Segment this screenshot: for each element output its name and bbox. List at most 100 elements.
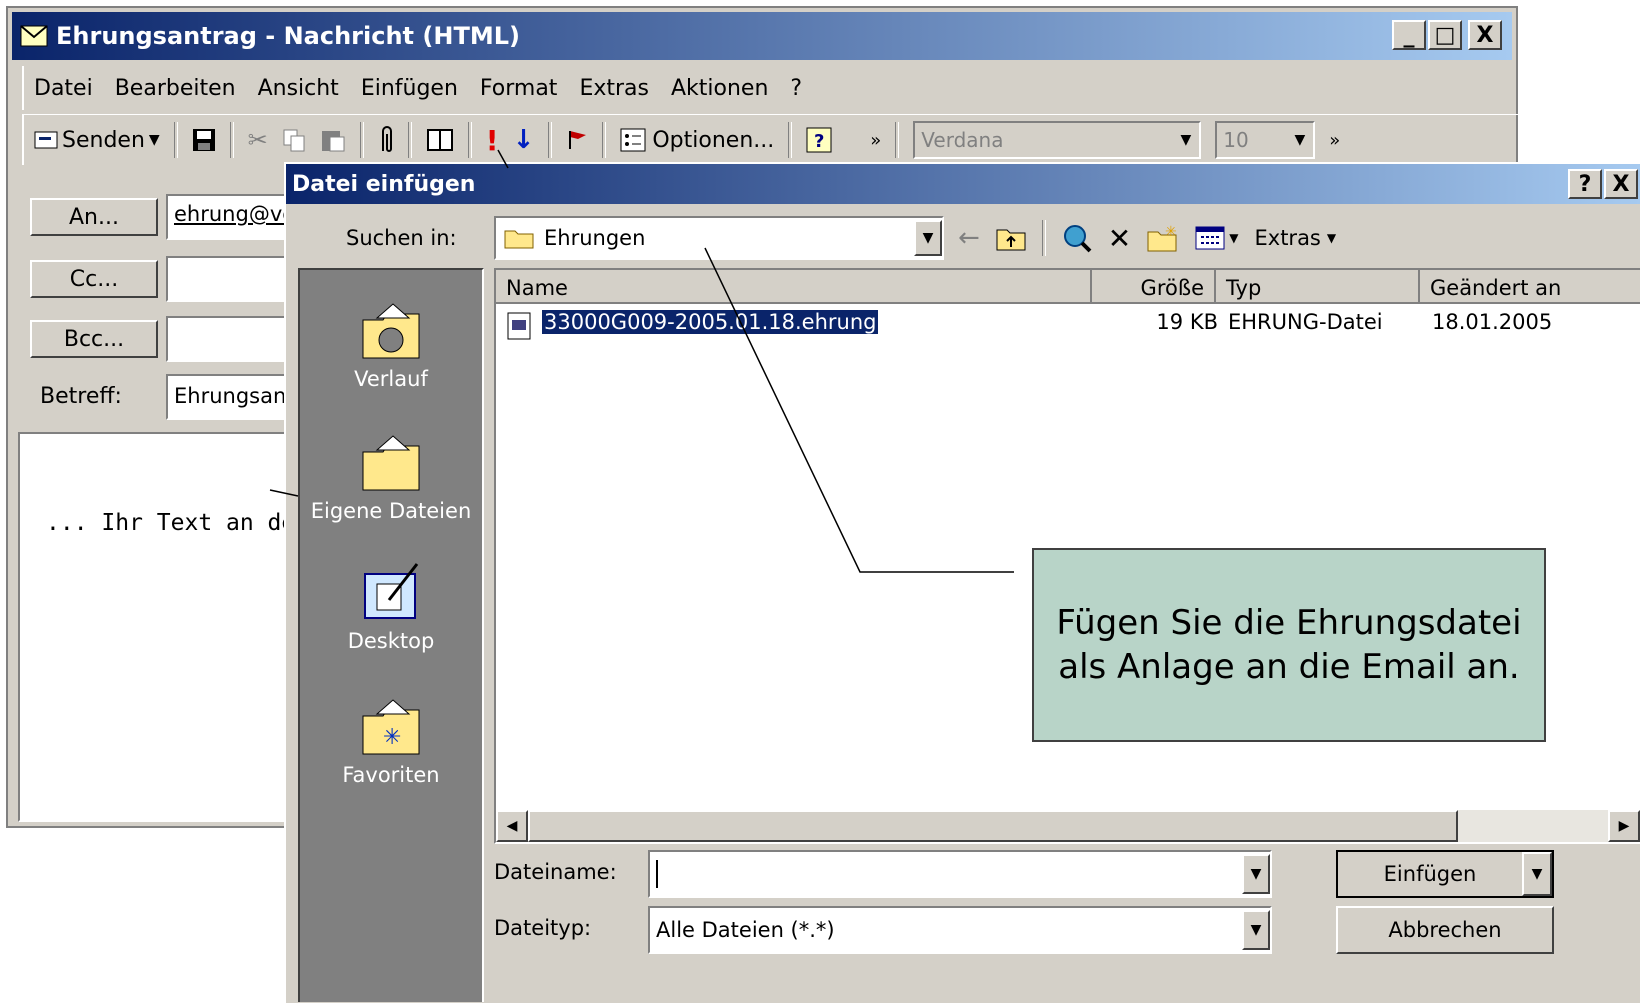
toolbar-separator — [1041, 220, 1046, 256]
documents-folder-icon — [359, 434, 423, 494]
svg-text:?: ? — [814, 131, 824, 152]
chevron-down-icon: ▼ — [148, 132, 160, 148]
back-icon[interactable]: ← — [958, 223, 980, 253]
chevron-down-icon[interactable]: ▼ — [914, 220, 942, 256]
toolbar-separator — [602, 122, 607, 158]
toolbar-overflow-icon[interactable]: » — [870, 130, 881, 151]
font-size-select[interactable]: 10 ▼ — [1215, 121, 1316, 159]
low-importance-icon[interactable]: ↓ — [513, 125, 535, 155]
menu-extras[interactable]: Extras — [579, 76, 649, 101]
place-my-documents[interactable]: Eigene Dateien — [300, 434, 482, 523]
cut-icon[interactable]: ✂ — [248, 126, 268, 154]
insert-button[interactable]: Einfügen ▼ — [1336, 850, 1554, 898]
dialog-close-button[interactable]: X — [1604, 169, 1638, 199]
toolbar-separator — [173, 122, 178, 158]
svg-text:✳: ✳ — [383, 725, 401, 750]
scroll-thumb[interactable] — [528, 810, 1458, 842]
subject-label: Betreff: — [40, 384, 122, 409]
place-favorites[interactable]: ✳ Favoriten — [300, 698, 482, 787]
message-titlebar: Ehrungsantrag - Nachricht (HTML) _ □ X — [12, 12, 1512, 60]
copy-icon[interactable] — [282, 128, 306, 152]
menu-ansicht[interactable]: Ansicht — [258, 76, 339, 101]
search-web-icon[interactable] — [1062, 223, 1092, 253]
flag-icon[interactable] — [566, 129, 588, 151]
views-icon — [1195, 226, 1225, 250]
paperclip-icon[interactable] — [378, 125, 394, 155]
history-folder-icon — [359, 302, 423, 362]
look-in-select[interactable]: Ehrungen ▼ — [494, 216, 944, 260]
high-importance-icon[interactable]: ! — [486, 124, 499, 157]
menu-einfuegen[interactable]: Einfügen — [361, 76, 458, 101]
tools-menu[interactable]: Extras ▼ — [1255, 226, 1337, 250]
file-size: 19 KB — [1156, 310, 1218, 334]
menu-help[interactable]: ? — [790, 76, 802, 101]
filename-input[interactable]: ▼ — [648, 850, 1272, 898]
options-button[interactable]: Optionen... — [620, 128, 774, 153]
toolbar-separator — [895, 122, 900, 158]
toolbar-separator — [359, 122, 364, 158]
dialog-titlebar: Datei einfügen ? X — [286, 164, 1640, 204]
bcc-button[interactable]: Bcc... — [30, 320, 158, 358]
up-folder-icon[interactable] — [996, 225, 1026, 251]
menu-format[interactable]: Format — [480, 76, 558, 101]
message-title: Ehrungsantrag - Nachricht (HTML) — [56, 22, 520, 50]
look-in-label: Suchen in: — [346, 226, 457, 250]
filetype-select[interactable]: Alle Dateien (*.*) ▼ — [648, 906, 1272, 954]
favorites-folder-icon: ✳ — [359, 698, 423, 758]
file-row[interactable]: 33000G009-2005.01.18.ehrung 19 KB EHRUNG… — [506, 310, 1636, 342]
send-button[interactable]: Senden ▼ — [34, 128, 160, 153]
toolbar-separator — [467, 122, 472, 158]
close-button[interactable]: X — [1468, 20, 1502, 50]
file-type: EHRUNG-Datei — [1228, 310, 1383, 334]
toolbar: Senden ▼ ✂ ! ↓ Optionen... ? » Verdana ▼ — [22, 114, 1524, 165]
cc-button[interactable]: Cc... — [30, 260, 158, 298]
minimize-button[interactable]: _ — [1392, 20, 1426, 50]
desktop-icon — [359, 560, 423, 624]
chevron-down-icon: ▼ — [1180, 132, 1192, 148]
horizontal-scrollbar[interactable]: ◀ ▶ — [496, 810, 1640, 842]
menu-datei[interactable]: Datei — [34, 76, 93, 101]
file-icon — [506, 312, 532, 340]
paste-icon[interactable] — [320, 127, 346, 153]
chevron-down-icon: ▼ — [1229, 231, 1239, 245]
place-desktop[interactable]: Desktop — [300, 560, 482, 653]
toolbar-overflow-icon[interactable]: » — [1329, 130, 1340, 151]
column-header-type[interactable]: Typ — [1216, 270, 1420, 304]
file-modified: 18.01.2005 — [1432, 310, 1553, 334]
dialog-help-button[interactable]: ? — [1568, 169, 1602, 199]
maximize-button[interactable]: □ — [1428, 20, 1462, 50]
menu-bar: Datei Bearbeiten Ansicht Einfügen Format… — [22, 66, 824, 110]
scroll-left-button[interactable]: ◀ — [496, 810, 528, 842]
cancel-button[interactable]: Abbrechen — [1336, 906, 1554, 954]
help-icon[interactable]: ? — [806, 127, 832, 153]
scroll-right-button[interactable]: ▶ — [1608, 810, 1640, 842]
chevron-down-icon: ▼ — [1294, 132, 1306, 148]
menu-aktionen[interactable]: Aktionen — [671, 76, 768, 101]
dialog-toolbar: ← ✕ ✳ ▼ Extras ▼ — [958, 220, 1336, 256]
new-folder-icon[interactable]: ✳ — [1147, 224, 1179, 252]
delete-icon[interactable]: ✕ — [1108, 222, 1131, 255]
file-name: 33000G009-2005.01.18.ehrung — [542, 310, 879, 334]
to-button[interactable]: An... — [30, 198, 158, 236]
chevron-down-icon[interactable]: ▼ — [1242, 854, 1270, 894]
dialog-title: Datei einfügen — [292, 171, 476, 197]
font-name-select[interactable]: Verdana ▼ — [913, 121, 1202, 159]
address-book-icon[interactable] — [426, 127, 454, 153]
chevron-down-icon[interactable]: ▼ — [1522, 852, 1552, 896]
filetype-label: Dateityp: — [494, 916, 592, 940]
place-history[interactable]: Verlauf — [300, 302, 482, 391]
places-bar: Verlauf Eigene Dateien Desktop ✳ Favorit… — [298, 268, 484, 1002]
callout-box: Fügen Sie die Ehrungsdatei als Anlage an… — [1032, 548, 1546, 742]
filename-label: Dateiname: — [494, 860, 617, 884]
views-button[interactable]: ▼ — [1195, 226, 1239, 250]
chevron-down-icon[interactable]: ▼ — [1242, 910, 1270, 950]
column-header-name[interactable]: Name — [496, 270, 1092, 304]
folder-icon — [504, 227, 534, 249]
callout-text: Fügen Sie die Ehrungsdatei als Anlage an… — [1056, 602, 1522, 687]
toolbar-separator — [788, 122, 793, 158]
menu-bearbeiten[interactable]: Bearbeiten — [115, 76, 236, 101]
send-icon — [34, 131, 58, 149]
save-icon[interactable] — [192, 128, 216, 152]
column-header-modified[interactable]: Geändert an — [1420, 270, 1640, 304]
column-header-size[interactable]: Größe — [1092, 270, 1216, 304]
